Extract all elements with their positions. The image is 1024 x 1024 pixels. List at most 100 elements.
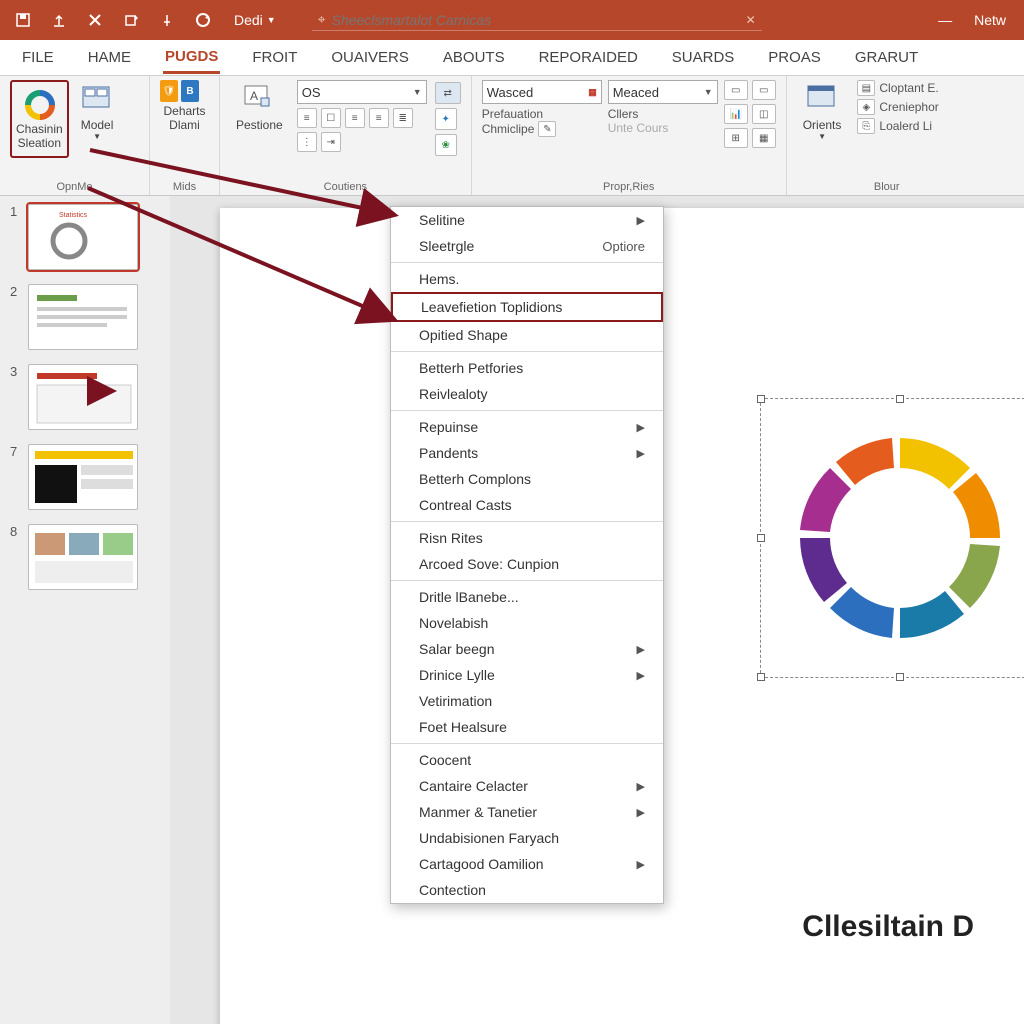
menu-item[interactable]: Undabisionen Faryach xyxy=(391,825,663,851)
thumbnail[interactable] xyxy=(28,284,138,350)
menu-item[interactable]: SleetrgleOptiore xyxy=(391,233,663,259)
shield-icon[interactable]: 🛡 xyxy=(160,80,178,102)
ribbon-group-4: Wasced▦ Meaced▼ Prefauation Chmiclipe✎ C… xyxy=(472,76,787,195)
search-box[interactable]: ⌖ ✕ xyxy=(312,9,762,31)
menu-item[interactable]: Dritle lBanebe... xyxy=(391,584,663,610)
img2-icon[interactable]: ▭ xyxy=(752,80,776,100)
tab-hame[interactable]: HAME xyxy=(86,43,133,72)
label: Prefauation xyxy=(482,107,602,121)
tag-icon[interactable]: ◈ xyxy=(857,99,875,115)
menu-item[interactable]: Contection xyxy=(391,877,663,903)
slide-number: 3 xyxy=(10,364,22,430)
context-menu[interactable]: Selitine▶SleetrgleOptiore Hems.Leavefieti… xyxy=(390,206,664,904)
menu-item[interactable]: Opitied Shape xyxy=(391,322,663,348)
tab-ouaivers[interactable]: OUAIVERS xyxy=(329,43,411,72)
donut-chart-shape[interactable] xyxy=(775,413,1024,663)
slide-thumbnails-panel[interactable]: 1Statistics 2 3 7 8 xyxy=(0,196,170,1024)
thumbnail[interactable] xyxy=(28,524,138,590)
slide-thumb-1[interactable]: 1Statistics xyxy=(10,204,160,270)
redo-icon[interactable] xyxy=(120,9,142,31)
edit-icon[interactable]: ✎ xyxy=(538,121,556,137)
label: Chmiclipe xyxy=(482,122,535,136)
slide-thumb-2[interactable]: 2 xyxy=(10,284,160,350)
menu-item[interactable]: Reivlealoty xyxy=(391,381,663,407)
slide-number: 1 xyxy=(10,204,22,270)
label: Creniephor xyxy=(879,100,938,114)
menu-item[interactable]: Novelabish xyxy=(391,610,663,636)
tab-grarut[interactable]: GRARUT xyxy=(853,43,920,72)
align-left-icon[interactable]: ≡ xyxy=(297,108,317,128)
menu-item[interactable]: Hems. xyxy=(391,266,663,292)
meaced-dropdown[interactable]: Meaced▼ xyxy=(608,80,718,104)
box-icon[interactable]: ☐ xyxy=(321,108,341,128)
chart-icon[interactable]: 📊 xyxy=(724,104,748,124)
model-button[interactable]: Model ▼ xyxy=(75,80,120,145)
crop-icon[interactable]: ◫ xyxy=(752,104,776,124)
align-center-icon[interactable]: ≡ xyxy=(345,108,365,128)
slide-thumb-3[interactable]: 3 xyxy=(10,364,160,430)
menu-item[interactable]: Cantaire Celacter▶ xyxy=(391,773,663,799)
badge-icon[interactable]: B xyxy=(181,80,199,102)
tab-suards[interactable]: SUARDS xyxy=(670,43,737,72)
menu-item[interactable]: Risn Rites xyxy=(391,525,663,551)
menu-item[interactable]: Cartagood Oamilion▶ xyxy=(391,851,663,877)
doc-icon[interactable]: ▤ xyxy=(857,80,875,96)
label: Pestione xyxy=(236,118,283,132)
menu-item[interactable]: Foet Healsure xyxy=(391,714,663,740)
menu-item-label: Betterh Petfories xyxy=(419,360,523,376)
link-icon[interactable]: ⎘ xyxy=(857,118,875,134)
menu-item[interactable]: Selitine▶ xyxy=(391,207,663,233)
tab-reporaided[interactable]: REPORAIDED xyxy=(537,43,640,72)
slide-thumb-8[interactable]: 8 xyxy=(10,524,160,590)
slide-thumb-7[interactable]: 7 xyxy=(10,444,160,510)
shape-star-icon[interactable]: ✦ xyxy=(435,108,457,130)
save-icon[interactable] xyxy=(12,9,34,31)
close-icon[interactable] xyxy=(84,9,106,31)
img-icon[interactable]: ▭ xyxy=(724,80,748,100)
menu-item[interactable]: Coocent xyxy=(391,747,663,773)
chart-sleation-button[interactable]: Chasinin Sleation xyxy=(10,80,69,158)
menu-item[interactable]: Pandents▶ xyxy=(391,440,663,466)
orients-button[interactable]: Orients ▼ xyxy=(797,80,848,145)
pestione-button[interactable]: A Pestione xyxy=(230,80,289,136)
align-icon[interactable]: ⊞ xyxy=(724,128,748,148)
thumbnail[interactable] xyxy=(28,364,138,430)
minimize-button[interactable]: — xyxy=(934,9,956,31)
translate-icon[interactable]: ⇄ xyxy=(435,82,461,104)
menu-item[interactable]: Manmer & Tanetier▶ xyxy=(391,799,663,825)
menu-item-label: Drinice Lylle xyxy=(419,667,495,683)
upload-icon[interactable] xyxy=(48,9,70,31)
list-icon[interactable]: ⋮ xyxy=(297,132,317,152)
slide-title-text[interactable]: Cllesiltain D xyxy=(802,910,974,944)
font-dropdown[interactable]: OS ▼ xyxy=(297,80,427,104)
menu-item[interactable]: Betterh Petfories xyxy=(391,355,663,381)
indent-icon[interactable]: ⇥ xyxy=(321,132,341,152)
refresh-icon[interactable] xyxy=(192,9,214,31)
thumbnail[interactable]: Statistics xyxy=(28,204,138,270)
account-dropdown[interactable]: Dedi▼ xyxy=(234,12,276,28)
menu-item[interactable]: Salar beegn▶ xyxy=(391,636,663,662)
tab-abouts[interactable]: ABOUTS xyxy=(441,43,507,72)
justify-icon[interactable]: ≣ xyxy=(393,108,413,128)
tab-froit[interactable]: FROIT xyxy=(250,43,299,72)
label: Orients xyxy=(803,118,842,132)
clear-icon[interactable]: ✕ xyxy=(746,13,756,27)
search-input[interactable] xyxy=(332,12,740,28)
shape-leaf-icon[interactable]: ❀ xyxy=(435,134,457,156)
deharts-button[interactable]: Deharts Dlami xyxy=(160,104,209,132)
menu-item[interactable]: Vetirimation xyxy=(391,688,663,714)
wasced-dropdown[interactable]: Wasced▦ xyxy=(482,80,602,104)
menu-item[interactable]: Arcoed Sove: Cunpion xyxy=(391,551,663,577)
align-right-icon[interactable]: ≡ xyxy=(369,108,389,128)
menu-item[interactable]: Repuinse▶ xyxy=(391,414,663,440)
menu-item[interactable]: Betterh Complons xyxy=(391,466,663,492)
grid-icon[interactable]: ▦ xyxy=(752,128,776,148)
menu-item[interactable]: Contreal Casts xyxy=(391,492,663,518)
pin-icon[interactable] xyxy=(156,9,178,31)
tab-pugds[interactable]: PUGDS xyxy=(163,42,220,74)
menu-item[interactable]: Leavefietion Toplidions xyxy=(391,292,663,322)
tab-proas[interactable]: PROAS xyxy=(766,43,823,72)
menu-item[interactable]: Drinice Lylle▶ xyxy=(391,662,663,688)
tab-file[interactable]: FILE xyxy=(20,43,56,72)
thumbnail[interactable] xyxy=(28,444,138,510)
